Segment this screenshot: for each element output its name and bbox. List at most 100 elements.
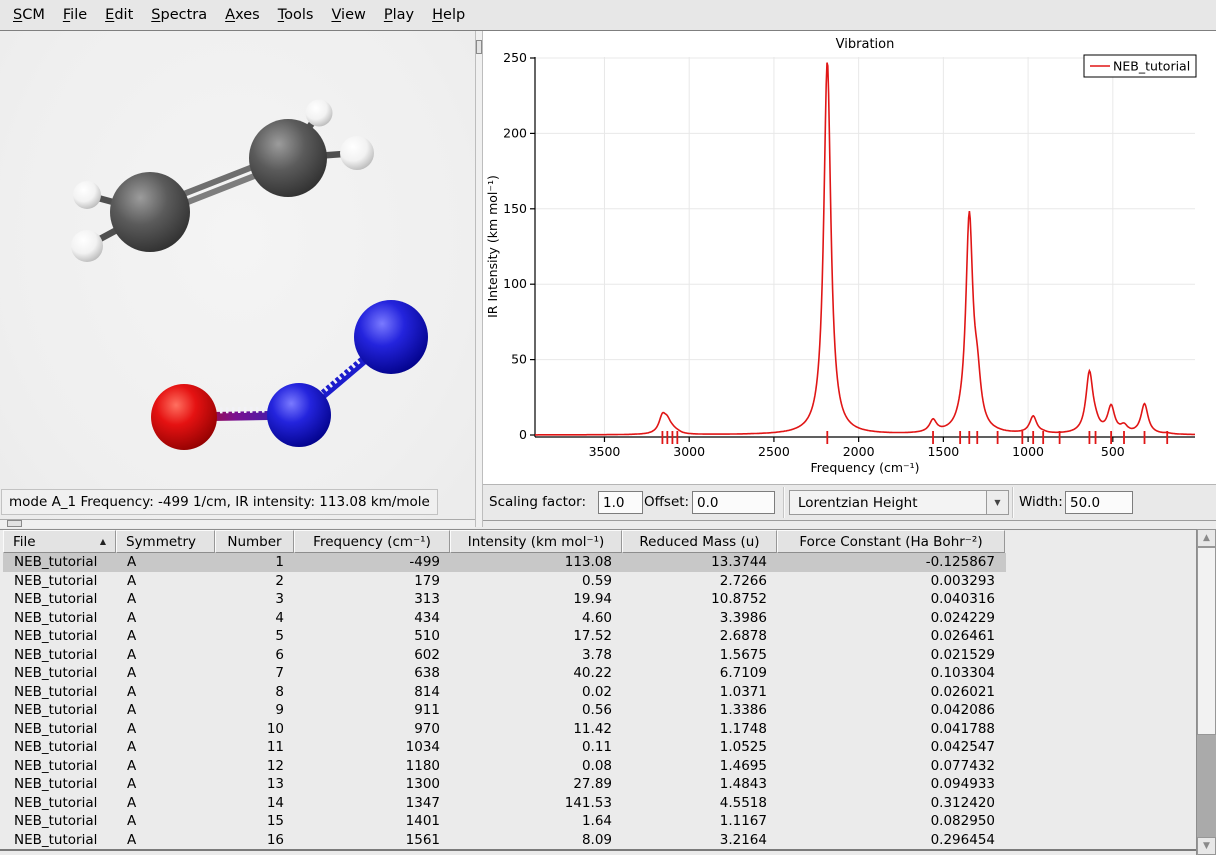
molecule-canvas[interactable] <box>0 31 475 487</box>
x-tick-label: 3500 <box>589 444 621 459</box>
table-row[interactable]: NEB_tutorialA13130027.891.48430.094933 <box>3 775 1006 794</box>
table-cell: 10.8752 <box>622 590 777 609</box>
menu-item-help[interactable]: Help <box>423 3 474 27</box>
molecule-viewer[interactable]: mode A_1 Frequency: -499 1/cm, IR intens… <box>0 31 475 527</box>
table-cell: 1.64 <box>450 812 622 831</box>
table-cell: A <box>116 627 215 646</box>
mode-status-text: mode A_1 Frequency: -499 1/cm, IR intens… <box>1 489 438 515</box>
atom-c[interactable] <box>110 172 190 252</box>
table-vertical-scrollbar[interactable]: ▲ ▼ <box>1196 529 1216 855</box>
menu-item-edit[interactable]: Edit <box>96 3 142 27</box>
atom-c[interactable] <box>249 119 327 197</box>
window-bottom-edge <box>0 849 1196 851</box>
table-row[interactable]: NEB_tutorialA141347141.534.55180.312420 <box>3 794 1006 813</box>
splitter-handle[interactable] <box>476 40 482 54</box>
scroll-up-icon[interactable]: ▲ <box>1197 529 1216 547</box>
table-cell: 8 <box>215 683 294 702</box>
header-cell-reduced-mass[interactable]: Reduced Mass (u) <box>622 530 777 553</box>
y-tick-label: 0 <box>519 427 527 442</box>
table-cell: 141.53 <box>450 794 622 813</box>
menu-item-play[interactable]: Play <box>375 3 423 27</box>
table-cell: A <box>116 683 215 702</box>
table-cell: NEB_tutorial <box>3 683 116 702</box>
table-cell: 3 <box>215 590 294 609</box>
table-cell: 0.296454 <box>777 831 1005 850</box>
offset-label: Offset: <box>644 494 689 510</box>
header-label: Number <box>227 534 281 550</box>
table-cell: 638 <box>294 664 450 683</box>
atom-h[interactable] <box>73 181 101 209</box>
table-row[interactable]: NEB_tutorialA1097011.421.17480.041788 <box>3 720 1006 739</box>
width-input[interactable] <box>1065 491 1133 514</box>
scaling-factor-label: Scaling factor: <box>489 494 586 510</box>
y-tick-label: 150 <box>503 201 527 216</box>
table-row[interactable]: NEB_tutorialA763840.226.71090.103304 <box>3 664 1006 683</box>
vertical-splitter-scrollbar[interactable] <box>475 31 483 527</box>
menu-item-tools[interactable]: Tools <box>269 3 323 27</box>
table-row[interactable]: NEB_tutorialA88140.021.03710.026021 <box>3 683 1006 702</box>
table-row[interactable]: NEB_tutorialA99110.561.33860.042086 <box>3 701 1006 720</box>
table-row[interactable]: NEB_tutorialA1-499113.0813.3744-0.125867 <box>3 553 1006 572</box>
table-cell: 1 <box>215 553 294 572</box>
table-cell: 0.026461 <box>777 627 1005 646</box>
atom-n[interactable] <box>354 300 428 374</box>
atom-h[interactable] <box>340 136 374 170</box>
scaling-factor-input[interactable] <box>598 491 643 514</box>
header-cell-symmetry[interactable]: Symmetry <box>116 530 215 553</box>
viewer-horizontal-scrollbar[interactable] <box>0 519 475 528</box>
controls-divider <box>783 487 784 518</box>
header-cell-number[interactable]: Number <box>215 530 294 553</box>
atom-o[interactable] <box>151 384 217 450</box>
table-cell: NEB_tutorial <box>3 627 116 646</box>
menu-item-axes[interactable]: Axes <box>216 3 269 27</box>
table-cell: A <box>116 738 215 757</box>
lineshape-combobox[interactable]: Lorentzian Height ▼ <box>789 490 1009 515</box>
table-row[interactable]: NEB_tutorialA1211800.081.46950.077432 <box>3 757 1006 776</box>
table-cell: 16 <box>215 831 294 850</box>
table-cell: 814 <box>294 683 450 702</box>
table-row[interactable]: NEB_tutorialA44344.603.39860.024229 <box>3 609 1006 628</box>
dropdown-arrow-icon[interactable]: ▼ <box>986 491 1008 514</box>
header-label: Intensity (km mol⁻¹) <box>468 534 605 550</box>
table-row[interactable]: NEB_tutorialA331319.9410.87520.040316 <box>3 590 1006 609</box>
menu-item-view[interactable]: View <box>322 3 374 27</box>
header-cell-intensity[interactable]: Intensity (km mol⁻¹) <box>450 530 622 553</box>
table-row[interactable]: NEB_tutorialA21790.592.72660.003293 <box>3 572 1006 591</box>
table-cell: 13.3744 <box>622 553 777 572</box>
header-cell-file[interactable]: File▲ <box>3 530 116 553</box>
table-row[interactable]: NEB_tutorialA551017.522.68780.026461 <box>3 627 1006 646</box>
header-cell-force-constant[interactable]: Force Constant (Ha Bohr⁻²) <box>777 530 1005 553</box>
menu-item-spectra[interactable]: Spectra <box>142 3 216 27</box>
table-cell: 0.021529 <box>777 646 1005 665</box>
table-cell: 1.4843 <box>622 775 777 794</box>
table-cell: 8.09 <box>450 831 622 850</box>
atom-h[interactable] <box>306 100 333 127</box>
table-cell: 10 <box>215 720 294 739</box>
vibration-modes-table: File▲Symmetry Number Frequency (cm⁻¹) Inten… <box>0 529 1216 855</box>
table-vscroll-thumb[interactable] <box>1197 547 1216 735</box>
menu-item-scm[interactable]: SCM <box>4 3 54 27</box>
table-cell: 0.02 <box>450 683 622 702</box>
table-cell: 3.2164 <box>622 831 777 850</box>
vibration-spectrum-chart[interactable]: 0501001502002503500300025002000150010005… <box>483 31 1216 484</box>
viewer-hscroll-thumb[interactable] <box>7 520 22 527</box>
table-cell: 1.0525 <box>622 738 777 757</box>
table-cell: NEB_tutorial <box>3 701 116 720</box>
atom-h[interactable] <box>71 230 103 262</box>
table-row[interactable]: NEB_tutorialA1615618.093.21640.296454 <box>3 831 1006 850</box>
table-cell: 7 <box>215 664 294 683</box>
table-row[interactable]: NEB_tutorialA1110340.111.05250.042547 <box>3 738 1006 757</box>
offset-input[interactable] <box>692 491 775 514</box>
table-cell: A <box>116 572 215 591</box>
header-cell-frequency[interactable]: Frequency (cm⁻¹) <box>294 530 450 553</box>
table-cell: 313 <box>294 590 450 609</box>
atom-n[interactable] <box>267 383 331 447</box>
x-tick-label: 500 <box>1101 444 1125 459</box>
menu-item-file[interactable]: File <box>54 3 96 27</box>
table-cell: 13 <box>215 775 294 794</box>
scroll-down-icon[interactable]: ▼ <box>1197 837 1216 855</box>
table-cell: 1561 <box>294 831 450 850</box>
table-row[interactable]: NEB_tutorialA66023.781.56750.021529 <box>3 646 1006 665</box>
table-cell: 0.094933 <box>777 775 1005 794</box>
table-row[interactable]: NEB_tutorialA1514011.641.11670.082950 <box>3 812 1006 831</box>
